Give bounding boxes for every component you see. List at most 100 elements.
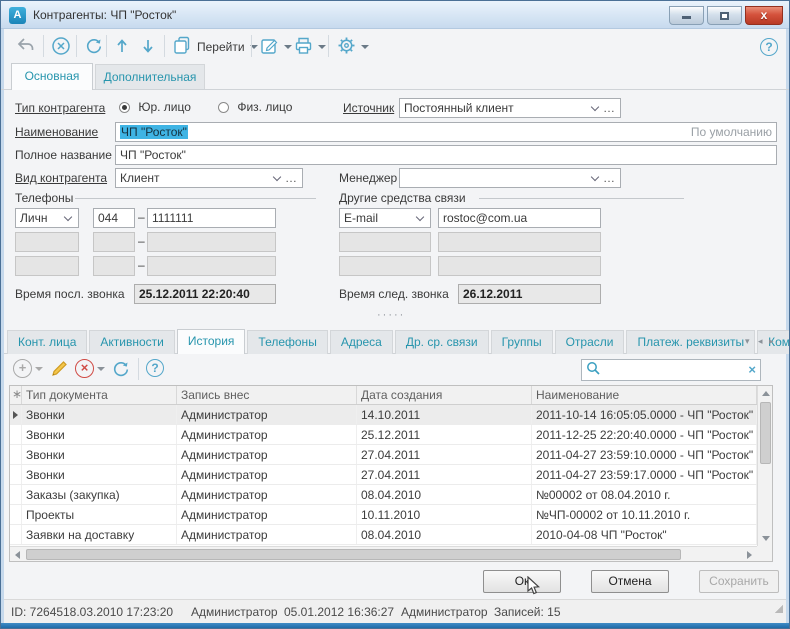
splitter-handle[interactable]: ····· — [377, 311, 405, 319]
refresh-button[interactable] — [84, 36, 104, 59]
source-combo[interactable]: Постоянный клиент … — [399, 98, 621, 118]
column-header-author[interactable]: Запись внес — [177, 386, 357, 404]
cancel-button-footer[interactable]: Отмена — [591, 570, 669, 593]
tab-scroll-left-button[interactable]: ◂ — [758, 336, 763, 346]
cell-date: 14.10.2011 — [357, 405, 532, 424]
table-row[interactable]: Звонки Администратор 27.04.2011 2011-04-… — [10, 465, 757, 485]
maximize-button[interactable] — [707, 6, 742, 25]
cancel-button[interactable] — [51, 36, 71, 59]
tab-history[interactable]: История — [177, 329, 246, 354]
help-button[interactable]: ? — [760, 38, 778, 56]
table-row[interactable]: Заказы (закупка) Администратор 08.04.201… — [10, 485, 757, 505]
radio-physical-person[interactable]: Физ. лицо — [218, 100, 292, 114]
tab-overflow-button[interactable]: ▾ — [745, 336, 750, 346]
search-input[interactable] — [604, 362, 748, 378]
clear-search-icon[interactable]: × — [748, 360, 756, 380]
phone-dash: – — [138, 234, 145, 248]
cell-type: Заказы (закупка) — [22, 485, 177, 504]
delete-record-button[interactable]: × — [75, 359, 105, 378]
move-up-button[interactable] — [113, 36, 131, 59]
vertical-scrollbar[interactable] — [757, 386, 772, 546]
save-button: Сохранить — [699, 570, 779, 593]
fullname-input[interactable]: ЧП "Росток" — [115, 145, 777, 165]
tab-addresses[interactable]: Адреса — [330, 330, 393, 354]
contact-value-input[interactable]: rostoc@com.ua — [438, 208, 601, 228]
vertical-scroll-thumb[interactable] — [760, 402, 771, 464]
status-modified-datetime: 05.01.2012 16:36:27 — [284, 605, 394, 619]
close-button[interactable]: x — [745, 6, 783, 25]
scroll-left-button[interactable] — [10, 547, 25, 562]
ok-button[interactable]: Ок — [483, 570, 561, 593]
horizontal-scroll-thumb[interactable] — [26, 549, 681, 560]
ellipsis-button[interactable]: … — [601, 101, 616, 115]
tab-phones[interactable]: Телефоны — [247, 330, 327, 354]
print-icon — [293, 35, 314, 59]
tab-main-label: Основная — [25, 69, 80, 83]
ellipsis-button[interactable]: … — [283, 171, 298, 185]
phone-number-input[interactable]: 1111111 — [147, 208, 276, 228]
print-button[interactable] — [293, 35, 326, 59]
toolbar-separator — [76, 35, 77, 57]
name-label[interactable]: Наименование — [15, 125, 98, 139]
toolbar-separator — [138, 358, 139, 380]
phone-type-combo-3 — [15, 256, 79, 276]
tab-industries[interactable]: Отрасли — [555, 330, 625, 354]
tab-activities[interactable]: Активности — [89, 330, 174, 354]
manager-combo[interactable]: … — [399, 168, 621, 188]
grid-help-button[interactable]: ? — [146, 359, 164, 377]
column-header-name[interactable]: Наименование — [532, 386, 757, 404]
scrollbar-corner — [757, 546, 772, 561]
radio-checked-icon — [119, 102, 130, 113]
horizontal-scrollbar[interactable] — [10, 546, 757, 561]
add-record-button[interactable]: + — [13, 359, 43, 378]
move-down-button[interactable] — [139, 36, 157, 59]
table-row[interactable]: Звонки Администратор 14.10.2011 2011-10-… — [10, 405, 757, 425]
column-header-created[interactable]: Дата создания — [357, 386, 532, 404]
tab-payment-details[interactable]: Платеж. реквизиты — [626, 330, 755, 354]
name-input[interactable]: ЧП "Росток" По умолчанию — [115, 122, 777, 142]
kind-label[interactable]: Вид контрагента — [15, 171, 107, 185]
tab-scroll-right-button[interactable]: ▸ — [769, 336, 774, 346]
scroll-up-button[interactable] — [758, 386, 773, 401]
undo-button[interactable] — [15, 35, 37, 60]
refresh-grid-button[interactable] — [111, 359, 131, 382]
phone-code-input[interactable]: 044 — [93, 208, 135, 228]
table-row[interactable]: Проекты Администратор 10.11.2010 №ЧП-000… — [10, 505, 757, 525]
chevron-down-icon — [591, 172, 599, 180]
source-label[interactable]: Источник — [343, 101, 394, 115]
minimize-button[interactable] — [669, 6, 704, 25]
tab-other-contacts[interactable]: Др. ср. связи — [395, 330, 489, 354]
kind-combo[interactable]: Клиент … — [115, 168, 303, 188]
refresh-icon — [84, 36, 104, 59]
column-header-type[interactable]: Тип документа — [22, 386, 177, 404]
settings-button[interactable] — [336, 35, 369, 59]
chevron-down-icon — [273, 172, 281, 180]
cell-name: 2011-10-14 16:05:05.0000 - ЧП "Росток" — [532, 405, 757, 424]
help-icon: ? — [151, 361, 158, 375]
edit-button[interactable] — [259, 35, 292, 59]
indicator-column-header[interactable]: ∗ — [10, 386, 22, 404]
edit-record-button[interactable] — [49, 358, 70, 382]
toolbar-separator — [251, 35, 252, 57]
contact-value: rostoc@com.ua — [443, 211, 527, 225]
resize-grip[interactable] — [775, 605, 783, 613]
tab-contacts[interactable]: Конт. лица — [7, 330, 87, 354]
last-call-label: Время посл. звонка — [15, 287, 125, 301]
phone-type-combo[interactable]: Личн — [15, 208, 79, 228]
tab-main[interactable]: Основная — [11, 63, 93, 90]
scroll-down-button[interactable] — [758, 531, 773, 546]
scroll-right-button[interactable] — [742, 547, 757, 562]
goto-button[interactable]: Перейти — [172, 35, 258, 59]
tab-label: Группы — [502, 335, 542, 349]
ellipsis-button[interactable]: … — [601, 171, 616, 185]
tab-groups[interactable]: Группы — [491, 330, 553, 354]
tab-additional[interactable]: Дополнительная — [95, 64, 205, 90]
contact-type-combo[interactable]: E-mail — [339, 208, 431, 228]
type-label[interactable]: Тип контрагента — [15, 101, 105, 115]
toolbar-separator — [328, 35, 329, 57]
table-row[interactable]: Звонки Администратор 25.12.2011 2011-12-… — [10, 425, 757, 445]
table-row[interactable]: Звонки Администратор 27.04.2011 2011-04-… — [10, 445, 757, 465]
status-record-count: Записей: 15 — [494, 605, 561, 619]
table-row[interactable]: Заявки на доставку Администратор 08.04.2… — [10, 525, 757, 545]
radio-legal-entity[interactable]: Юр. лицо — [119, 100, 191, 114]
